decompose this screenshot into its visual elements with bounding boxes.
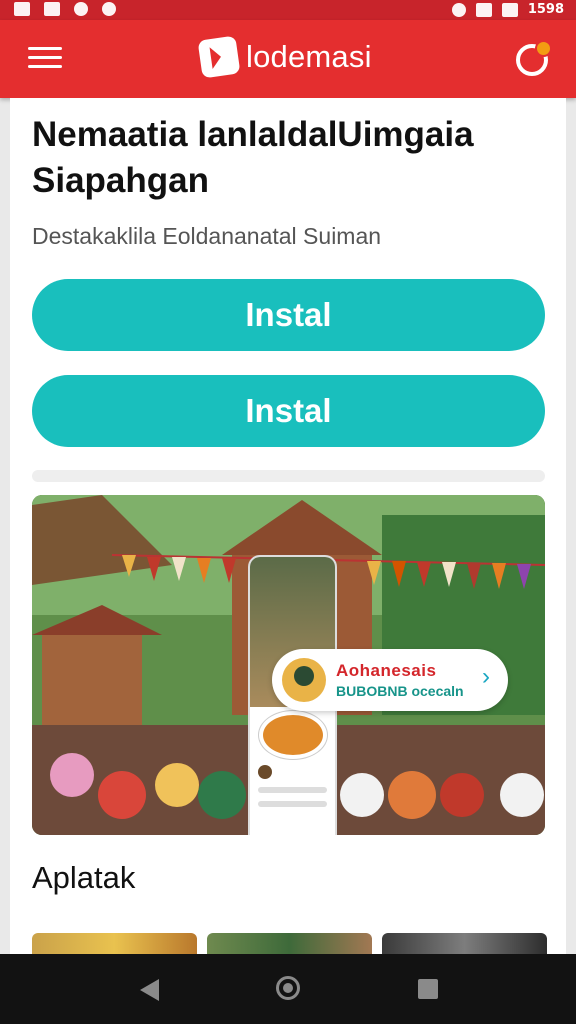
- phone-row: [258, 801, 327, 807]
- wifi-icon: [451, 2, 466, 17]
- food-dish-image: [258, 711, 327, 759]
- app-subtitle: Destakaklila Eoldananatal Suiman: [32, 223, 382, 249]
- recent-apps-icon[interactable]: [418, 979, 438, 999]
- signal-icon: [475, 2, 492, 17]
- avatar: [282, 658, 326, 702]
- app-title: Nemaatia lanlaldalUimgaia Siapahgan: [32, 115, 474, 200]
- status-time: 1598: [527, 2, 564, 17]
- location-icon: [102, 2, 116, 16]
- menu-icon[interactable]: [28, 47, 62, 71]
- notification-icon[interactable]: [516, 40, 552, 76]
- featured-profile-pill[interactable]: Aohanesais BUBOBNB ocecaln ›: [272, 649, 508, 711]
- back-icon[interactable]: [140, 979, 159, 1001]
- brand-logo: lodemasi: [197, 35, 372, 79]
- section-title: Aplatak: [32, 860, 136, 895]
- app-detail-card: Nemaatia lanlaldalUimgaia Siapahgan Dest…: [10, 98, 566, 954]
- pill-subtitle: BUBOBNB ocecaln: [336, 683, 464, 699]
- install-button-secondary[interactable]: Instal: [32, 375, 545, 447]
- check-icon: [44, 2, 60, 16]
- status-icons-right: 1598: [451, 2, 564, 17]
- thumbnail-strip: [32, 933, 547, 954]
- hero-image[interactable]: Aohanesais BUBOBNB ocecaln ›: [32, 495, 545, 835]
- thumbnail[interactable]: [32, 933, 197, 954]
- home-icon[interactable]: [276, 976, 300, 1000]
- divider: [32, 470, 545, 482]
- thumbnail[interactable]: [382, 933, 547, 954]
- phone-row: [258, 787, 327, 793]
- system-nav-bar: [0, 954, 576, 1024]
- image-icon: [14, 2, 30, 16]
- app-bar: lodemasi: [0, 20, 576, 98]
- phone-avatar: [258, 765, 272, 779]
- install-button-primary[interactable]: Instal: [32, 279, 545, 351]
- status-icons-left: [14, 2, 116, 16]
- chevron-right-icon: ›: [482, 663, 490, 690]
- status-bar: 1598: [0, 0, 576, 20]
- thumbnail[interactable]: [207, 933, 372, 954]
- pill-title: Aohanesais: [336, 661, 437, 680]
- battery-icon: [501, 2, 518, 17]
- brand-name: lodemasi: [246, 39, 372, 74]
- sync-icon: [74, 2, 88, 16]
- brand-mark-icon: [197, 35, 241, 79]
